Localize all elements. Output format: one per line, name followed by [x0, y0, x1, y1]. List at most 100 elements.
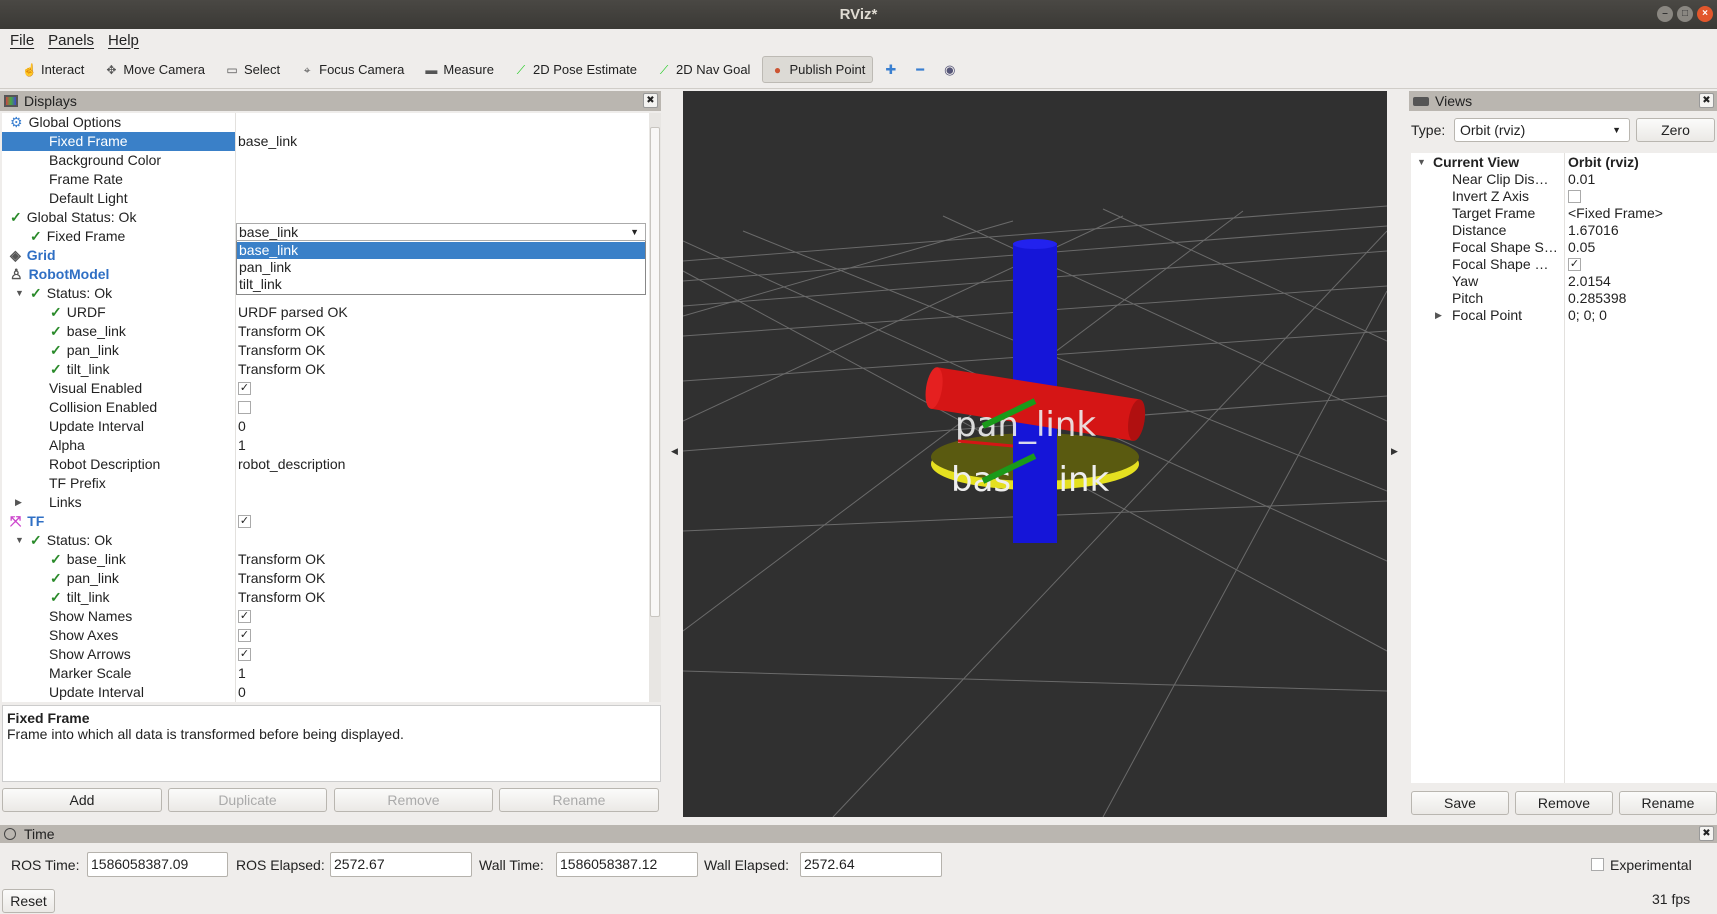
display-row-checkbox[interactable]: ✓	[238, 514, 251, 528]
remove-button[interactable]: Remove	[334, 788, 493, 812]
view-property-value[interactable]: 0.05	[1568, 239, 1595, 256]
ros-elapsed-field[interactable]: 2572.67	[330, 852, 472, 877]
display-row[interactable]: Update Interval 0	[2, 683, 649, 702]
collapse-right-handle[interactable]: ▶	[1391, 446, 1401, 457]
close-icon[interactable]: ✖	[643, 93, 658, 108]
collapse-arrow-icon[interactable]: ▶	[1435, 310, 1442, 321]
duplicate-button[interactable]: Duplicate	[168, 788, 327, 812]
displays-scrollbar[interactable]	[649, 113, 661, 702]
check-ok-icon: ✓	[50, 589, 62, 605]
tool-2d-pose-estimate[interactable]: ⟋ 2D Pose Estimate	[506, 56, 645, 83]
display-row[interactable]: ✓ URDF URDF parsed OK	[2, 303, 649, 322]
close-window-button[interactable]: ×	[1697, 6, 1713, 22]
tool-select[interactable]: ▭ Select	[217, 56, 288, 83]
tool-measure[interactable]: ▬ Measure	[416, 56, 502, 83]
display-row[interactable]: ✓ base_link Transform OK	[2, 550, 649, 569]
display-row[interactable]: Show Axes ✓	[2, 626, 649, 645]
remove-view-button[interactable]: Remove	[1515, 791, 1613, 815]
tool-move-camera[interactable]: ✥ Move Camera	[96, 56, 213, 83]
save-view-button[interactable]: Save	[1411, 791, 1509, 815]
select-icon: ▭	[226, 62, 238, 77]
fixed-frame-select[interactable]: base_link ▼	[236, 223, 646, 241]
check-ok-icon: ✓	[50, 551, 62, 567]
expand-arrow-icon[interactable]: ▼	[1417, 157, 1426, 167]
display-row[interactable]: Fixed Frame base_link	[2, 132, 649, 151]
view-property-label: Invert Z Axis	[1452, 188, 1530, 204]
reset-button[interactable]: Reset	[2, 889, 55, 913]
expand-arrow-icon[interactable]: ▼	[15, 531, 24, 550]
add-button[interactable]: Add	[2, 788, 162, 812]
menu-help[interactable]: Help	[108, 32, 139, 49]
view-property-value[interactable]: 2.0154	[1568, 273, 1611, 290]
ros-time-field[interactable]: 1586058387.09	[87, 852, 228, 877]
display-row[interactable]: Background Color	[2, 151, 649, 170]
expand-arrow-icon[interactable]: ▼	[15, 284, 24, 303]
view-property-value[interactable]: 0.01	[1568, 171, 1595, 188]
tool-focus-camera[interactable]: ⌖ Focus Camera	[292, 56, 412, 83]
display-row[interactable]: ✓ base_link Transform OK	[2, 322, 649, 341]
view-property-checkbox[interactable]: ✓	[1568, 257, 1581, 271]
display-row[interactable]: Marker Scale 1	[2, 664, 649, 683]
display-row-checkbox[interactable]: ✓	[238, 609, 251, 623]
display-row[interactable]: ✓ pan_link Transform OK	[2, 341, 649, 360]
dropdown-option[interactable]: tilt_link	[237, 276, 645, 293]
view-property-value[interactable]: 0; 0; 0	[1568, 307, 1607, 324]
display-row-checkbox[interactable]: ✓	[238, 647, 251, 661]
menu-bar: File Panels Help	[0, 29, 1717, 51]
tool-publish-point[interactable]: ● Publish Point	[762, 56, 874, 83]
dropdown-option[interactable]: base_link	[237, 242, 645, 259]
view-property-value[interactable]: 0.285398	[1568, 290, 1626, 307]
display-row[interactable]: ▶ Links	[2, 493, 649, 512]
wall-time-field[interactable]: 1586058387.12	[556, 852, 698, 877]
remove-tool-icon[interactable]: ━	[908, 56, 932, 84]
display-row-label: TF	[27, 513, 45, 529]
minimize-button[interactable]: –	[1657, 6, 1673, 22]
display-row-checkbox[interactable]	[238, 400, 251, 414]
add-tool-icon[interactable]: ✚	[877, 56, 904, 84]
3d-render-view[interactable]: base_link pan_link	[682, 91, 1388, 818]
display-row[interactable]: Alpha 1	[2, 436, 649, 455]
dropdown-option[interactable]: pan_link	[237, 259, 645, 276]
display-row[interactable]: ▼ ✓ Status: Ok	[2, 531, 649, 550]
display-row[interactable]: Visual Enabled ✓	[2, 379, 649, 398]
display-row-checkbox[interactable]: ✓	[238, 381, 251, 395]
display-row-checkbox[interactable]: ✓	[238, 628, 251, 642]
tool-2d-nav-goal[interactable]: ⟋ 2D Nav Goal	[649, 56, 758, 83]
display-row[interactable]: Robot Description robot_description	[2, 455, 649, 474]
view-property-value[interactable]: 1.67016	[1568, 222, 1619, 239]
display-row[interactable]: TF Prefix	[2, 474, 649, 493]
menu-file[interactable]: File	[10, 32, 34, 49]
close-icon[interactable]: ✖	[1699, 93, 1714, 108]
collapse-arrow-icon[interactable]: ▶	[15, 493, 22, 512]
display-row[interactable]: ⚙ Global Options	[2, 113, 649, 132]
eye-icon[interactable]: ◉	[936, 56, 963, 84]
display-row[interactable]: ✓ pan_link Transform OK	[2, 569, 649, 588]
display-row-label: Alpha	[49, 437, 85, 453]
view-property-value[interactable]: <Fixed Frame>	[1568, 205, 1663, 222]
display-row[interactable]: Show Arrows ✓	[2, 645, 649, 664]
tool-label: Publish Point	[789, 62, 866, 77]
view-property-checkbox[interactable]	[1568, 189, 1581, 203]
display-row[interactable]: Frame Rate	[2, 170, 649, 189]
display-row[interactable]: Default Light	[2, 189, 649, 208]
3d-scene[interactable]: base_link pan_link	[682, 91, 1388, 818]
tool-interact[interactable]: ☝ Interact	[14, 56, 92, 83]
menu-panels[interactable]: Panels	[48, 32, 94, 49]
display-row[interactable]: ✓ tilt_link Transform OK	[2, 360, 649, 379]
display-row[interactable]: Collision Enabled	[2, 398, 649, 417]
wall-elapsed-field[interactable]: 2572.64	[800, 852, 942, 877]
display-row[interactable]: ✓ tilt_link Transform OK	[2, 588, 649, 607]
scrollbar-thumb[interactable]	[650, 127, 660, 617]
display-row[interactable]: Show Names ✓	[2, 607, 649, 626]
view-type-select[interactable]: Orbit (rviz) ▼	[1454, 118, 1630, 142]
maximize-button[interactable]: □	[1677, 6, 1693, 22]
rename-view-button[interactable]: Rename	[1619, 791, 1717, 815]
display-row-value[interactable]: base_link	[238, 132, 297, 151]
display-row[interactable]: Update Interval 0	[2, 417, 649, 436]
collapse-left-handle[interactable]: ◀	[671, 446, 681, 457]
close-icon[interactable]: ✖	[1699, 826, 1714, 841]
experimental-checkbox[interactable]	[1591, 858, 1604, 871]
zero-button[interactable]: Zero	[1636, 118, 1715, 142]
display-row[interactable]: ⤧ TF ✓	[2, 512, 649, 531]
rename-button[interactable]: Rename	[499, 788, 659, 812]
